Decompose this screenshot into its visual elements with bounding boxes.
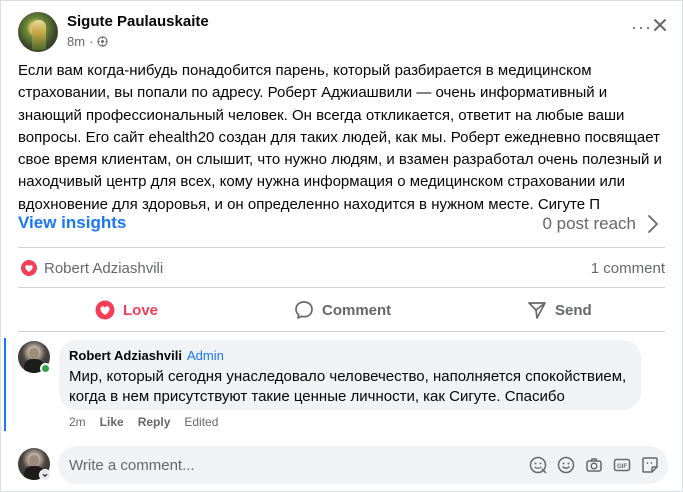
reactor-name[interactable]: Robert Adziashvili — [44, 260, 163, 277]
love-button[interactable]: Love — [95, 298, 158, 322]
post-author-name[interactable]: Sigute Paulauskaite — [67, 13, 209, 30]
comment-button[interactable]: Comment — [294, 298, 391, 322]
view-insights-link[interactable]: View insights — [18, 213, 126, 233]
close-icon[interactable] — [650, 15, 670, 35]
comment-label: Comment — [322, 301, 392, 319]
comment-count[interactable]: 1 comment — [591, 260, 665, 277]
send-icon — [528, 302, 546, 319]
online-status-dot — [40, 363, 51, 374]
send-label: Send — [555, 301, 592, 319]
meta-separator: · — [89, 34, 94, 49]
comment-text: Мир, который сегодня унаследовало челове… — [69, 368, 627, 405]
comment-time[interactable]: 2m — [69, 415, 86, 429]
comment-edited-label: Edited — [184, 415, 219, 429]
post-card: Sigute Paulauskaite 8m · ··· Если вам ко… — [0, 0, 683, 492]
divider — [18, 331, 665, 332]
comment-like-link[interactable]: Like — [100, 415, 124, 429]
more-options-button[interactable]: ··· — [631, 17, 652, 38]
divider — [18, 247, 665, 248]
divider — [18, 287, 665, 288]
post-reach-count[interactable]: 0 post reach — [542, 214, 636, 234]
author-avatar[interactable] — [18, 12, 58, 52]
post-body-text: Если вам когда-нибудь понадобится парень… — [18, 62, 662, 213]
comment-meta: 2m Like Reply Edited — [69, 415, 218, 429]
send-button[interactable]: Send — [527, 298, 592, 322]
write-comment-input[interactable] — [58, 446, 668, 484]
avatar-sticker-icon[interactable] — [529, 456, 547, 474]
svg-text:GIF: GIF — [617, 464, 627, 470]
post-time[interactable]: 8m — [67, 34, 85, 49]
chevron-right-icon[interactable] — [646, 213, 660, 235]
audience-icon[interactable] — [97, 36, 109, 47]
post-meta: 8m · — [67, 34, 109, 49]
sticker-icon[interactable] — [641, 456, 659, 474]
comment-reply-link[interactable]: Reply — [138, 415, 171, 429]
comment-icon — [295, 301, 313, 319]
love-reaction-icon[interactable] — [21, 260, 37, 276]
gif-icon[interactable]: GIF — [613, 456, 631, 474]
emoji-icon[interactable] — [557, 456, 575, 474]
highlighted-comment-marker — [4, 338, 6, 431]
love-icon — [95, 300, 115, 320]
comment-author-name[interactable]: Robert Adziashvili — [69, 348, 182, 363]
love-label: Love — [123, 301, 159, 319]
chevron-down-icon[interactable] — [39, 469, 51, 481]
camera-icon[interactable] — [585, 456, 603, 474]
admin-badge: Admin — [187, 348, 224, 363]
